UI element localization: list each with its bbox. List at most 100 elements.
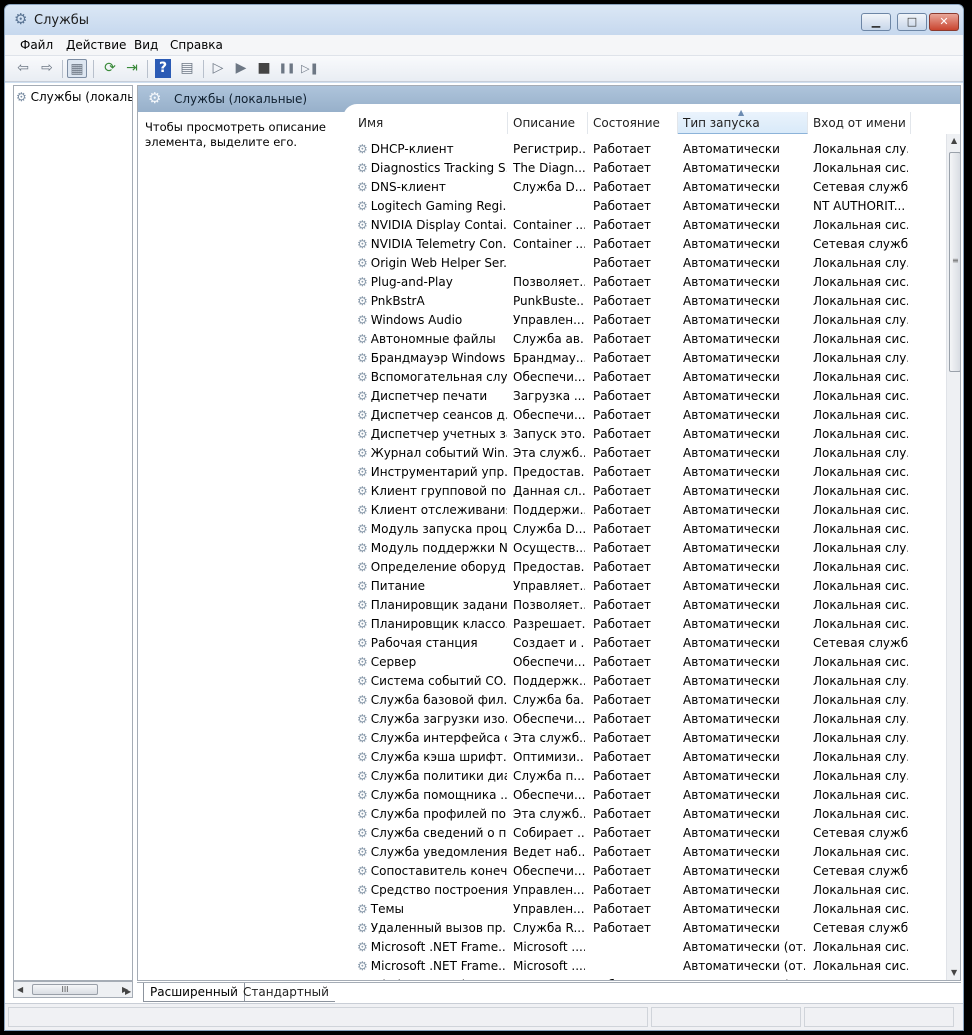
properties-icon[interactable]: ▤ (177, 59, 197, 78)
show-tree-icon[interactable]: ▦ (67, 59, 87, 78)
service-name: Logitech Gaming Regi... (370, 199, 507, 213)
vertical-scrollbar[interactable]: ▲ ≡ ▼ (946, 134, 960, 980)
start-service-icon[interactable]: ▷ (208, 59, 228, 78)
forward-arrow-icon[interactable]: ⇨ (37, 59, 57, 78)
cell-description: Служба ба... (513, 693, 585, 707)
cell-name: ⚙Служба интерфейса с... (357, 729, 507, 748)
table-row[interactable]: ⚙Служба интерфейса с... Эта служб... Работ… (353, 729, 948, 748)
table-row[interactable]: ⚙ Планировщик заданий Позволяет... Работает… (353, 596, 948, 615)
table-row[interactable]: ⚙ Журнал событий Win... Эта служб... Работа… (353, 444, 948, 463)
table-row[interactable]: ⚙ Рабочая станция Создает и ... Работает Авт… (353, 634, 948, 653)
service-gear-icon: ⚙ (357, 218, 368, 232)
menu-file[interactable]: Файл (17, 37, 56, 54)
service-gear-icon: ⚙ (357, 332, 368, 346)
table-row[interactable]: ⚙ Служба базовой фил... Служба ба... Работа… (353, 691, 948, 710)
menu-action[interactable]: Действие (63, 37, 129, 54)
table-row[interactable]: ⚙ NVIDIA Display Contai... Container ... Ра… (353, 216, 948, 235)
table-row[interactable]: ⚙ Питание Управляет... Работает Автоматическ… (353, 577, 948, 596)
service-name: Вспомогательная слу... (370, 370, 507, 384)
cell-startup-type: Автоматически (683, 256, 780, 270)
table-row[interactable]: ⚙ Служба профилей по... Эта служб... Работа… (353, 805, 948, 824)
table-row[interactable]: ⚙Служба политики диа... Служба п... Работа… (353, 767, 948, 786)
tab-standard[interactable]: Стандартный (237, 983, 335, 1002)
table-row[interactable]: ⚙ Windows Audio Управлен... Работает Автомат… (353, 311, 948, 330)
table-row[interactable]: ⚙ Служба уведомления... Ведет наб... Работа… (353, 843, 948, 862)
scroll-down-icon[interactable]: ▼ (951, 968, 957, 977)
tab-extended[interactable]: Расширенный (143, 983, 245, 1002)
table-row[interactable]: ⚙ DNS-клиент Служба D... Работает Автоматиче… (353, 178, 948, 197)
tree-horizontal-scrollbar[interactable]: ◀ III ▶ (13, 981, 133, 998)
table-row[interactable]: ⚙Клиент отслеживания... Поддержи... Работа… (353, 501, 948, 520)
scroll-thumb[interactable]: III (32, 984, 98, 995)
cell-startup-type: Автоматически (683, 446, 780, 460)
scroll-up-icon[interactable]: ▲ (951, 136, 957, 145)
table-row[interactable]: ⚙Диспетчер учетных за... Запуск это... Раб… (353, 425, 948, 444)
stop-service-icon[interactable]: ■ (254, 59, 274, 78)
table-row[interactable]: ⚙ Origin Web Helper Ser... Работает Автомат… (353, 254, 948, 273)
tree-item-services-local[interactable]: ⚙ Службы (локалы (16, 89, 132, 105)
cell-name: ⚙ Служба кэша шрифт... (357, 748, 507, 767)
close-button[interactable]: ✕ (929, 13, 959, 31)
menu-help[interactable]: Справка (167, 37, 226, 54)
scroll-left-icon[interactable]: ◀ (17, 985, 23, 994)
title-bar[interactable]: ⚙ Службы ▁ □ ✕ (5, 5, 963, 35)
table-row[interactable]: ⚙ Служба загрузки изо... Обеспечи... Работа… (353, 710, 948, 729)
column-header-logon[interactable]: Вход от имени (808, 112, 911, 134)
table-row[interactable]: ⚙ Сервер Обеспечи... Работает Автоматически Л… (353, 653, 948, 672)
table-row[interactable]: ⚙ Диспетчер сеансов д... Обеспечи... Работа… (353, 406, 948, 425)
cell-name: ⚙Windows Search (357, 976, 507, 980)
service-name: Планировщик заданий (370, 598, 507, 612)
cell-name: ⚙ Планировщик классо... (357, 615, 507, 634)
table-row[interactable]: ⚙ Модуль запуска проц... Служба D... Работа… (353, 520, 948, 539)
table-row[interactable]: ⚙ Темы Управлен... Работает Автоматически Лок… (353, 900, 948, 919)
table-row[interactable]: ⚙ Logitech Gaming Regi... Работает Автомати… (353, 197, 948, 216)
minimize-button[interactable]: ▁ (861, 13, 891, 31)
export-list-icon[interactable]: ⇥ (122, 59, 142, 78)
table-row[interactable]: ⚙ Вспомогательная слу... Обеспечи... Работа… (353, 368, 948, 387)
table-row[interactable]: ⚙ Определение оборуд... Предостав... Работа… (353, 558, 948, 577)
table-row[interactable]: ⚙ Diagnostics Tracking S... The Diagn... Ра… (353, 159, 948, 178)
table-row[interactable]: ⚙ Система событий CO... Поддержк... Работае… (353, 672, 948, 691)
table-row[interactable]: ⚙ Модуль поддержки N... Осуществ... Работае… (353, 539, 948, 558)
table-row[interactable]: ⚙ Служба сведений о п... Собирает ... Работ… (353, 824, 948, 843)
pause-service-icon[interactable]: ❚❚ (277, 59, 297, 78)
column-header-name[interactable]: Имя (353, 112, 508, 134)
cell-logon: Локальная сис... (813, 579, 908, 593)
start-service-alt-icon[interactable]: ▶ (231, 59, 251, 78)
table-row[interactable]: ⚙ Plug-and-Play Позволяет... Работает Автома… (353, 273, 948, 292)
table-row[interactable]: ⚙ PnkBstrA PunkBuste... Работает Автоматичес… (353, 292, 948, 311)
maximize-button[interactable]: □ (897, 13, 927, 31)
table-row[interactable]: ⚙ Клиент групповой по... Данная сл... Работ… (353, 482, 948, 501)
column-header-description[interactable]: Описание (508, 112, 588, 134)
table-row[interactable]: ⚙ Microsoft .NET Frame... Microsoft .... Ав… (353, 938, 948, 957)
table-row[interactable]: ⚙ DHCP-клиент Регистрир... Работает Автомати… (353, 140, 948, 159)
table-row[interactable]: ⚙ Инструментарий упр... Предостав... Работа… (353, 463, 948, 482)
cell-description: Собирает ... (513, 826, 585, 840)
refresh-icon[interactable]: ⟳ (100, 59, 120, 78)
table-row[interactable]: ⚙ Служба кэша шрифт... Оптимизи... Работает… (353, 748, 948, 767)
service-name: Рабочая станция (370, 636, 478, 650)
table-row[interactable]: ⚙Планировщик классо... Разрешает... Работа… (353, 615, 948, 634)
table-row[interactable]: ⚙ Служба помощника ... Обеспечи... Работает… (353, 786, 948, 805)
table-row[interactable]: ⚙ Удаленный вызов пр... Служба R... Работае… (353, 919, 948, 938)
table-row[interactable]: ⚙Windows Search Индексир... Работает Автома… (353, 976, 948, 980)
restart-service-icon[interactable]: ▷❚ (300, 59, 320, 78)
service-name: Модуль запуска проц... (370, 522, 507, 536)
back-arrow-icon[interactable]: ⇦ (13, 59, 33, 78)
service-gear-icon: ⚙ (357, 750, 368, 764)
cell-logon: Локальная сис... (813, 294, 908, 308)
table-row[interactable]: ⚙ Microsoft .NET Frame... Microsoft .... Ав… (353, 957, 948, 976)
help-icon[interactable]: ? (155, 59, 171, 78)
table-row[interactable]: ⚙ NVIDIA Telemetry Con... Container ... Раб… (353, 235, 948, 254)
cell-startup-type: Автоматически (683, 560, 780, 574)
column-header-state[interactable]: Состояние (588, 112, 678, 134)
menu-view[interactable]: Вид (131, 37, 161, 54)
table-row[interactable]: ⚙ Диспетчер печати Загрузка ... Работает Авт… (353, 387, 948, 406)
table-row[interactable]: ⚙ Средство построения... Управлен... Работа… (353, 881, 948, 900)
table-row[interactable]: ⚙ Сопоставитель конеч... Обеспечи... Работа… (353, 862, 948, 881)
table-row[interactable]: ⚙ Брандмауэр Windows Брандмау... Работает Ав… (353, 349, 948, 368)
table-row[interactable]: ⚙ Автономные файлы Служба ав... Работает Авт… (353, 330, 948, 349)
cell-startup-type: Автоматически (683, 408, 780, 422)
scroll-thumb[interactable]: ≡ (949, 152, 960, 372)
cell-startup-type: Автоматически (683, 598, 780, 612)
